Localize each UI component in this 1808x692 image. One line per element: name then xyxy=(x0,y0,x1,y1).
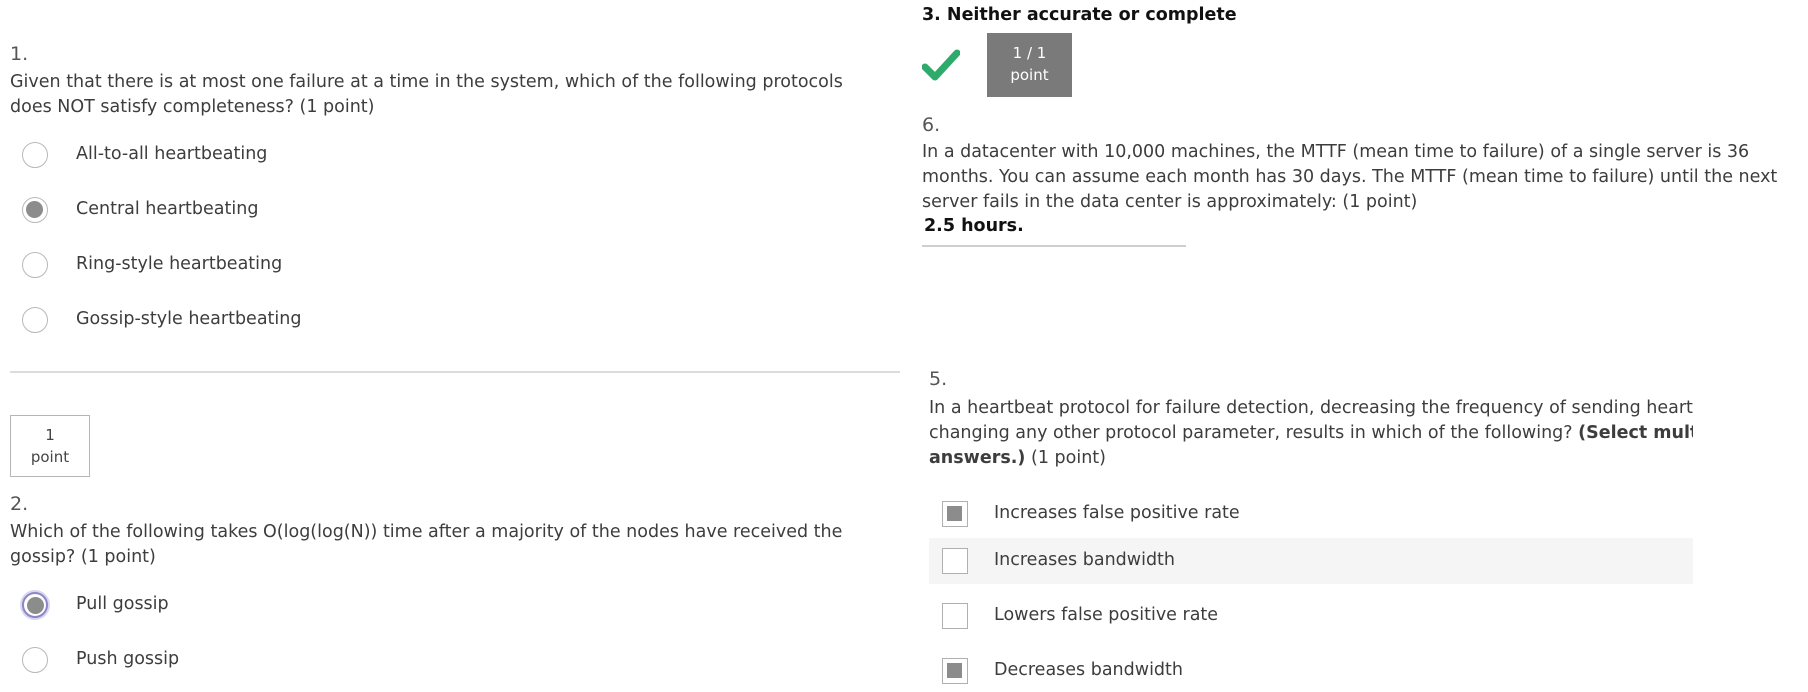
question-6-text: In a datacenter with 10,000 machines, th… xyxy=(922,142,1778,212)
checkmark-icon xyxy=(921,48,961,82)
radio-button-selected[interactable] xyxy=(22,592,48,618)
points-value: 1 xyxy=(45,426,55,444)
question-2-text: Which of the following takes O(log(log(N… xyxy=(10,522,843,567)
question-2-number: 2. xyxy=(10,493,29,515)
checkbox[interactable] xyxy=(942,548,968,574)
radio-button[interactable] xyxy=(22,142,48,168)
points-box: 1 point xyxy=(10,415,90,477)
option-label: Ring-style heartbeating xyxy=(76,254,283,274)
q1-option-ring[interactable]: Ring-style heartbeating xyxy=(22,252,422,282)
q5-option-lowers-false-positive[interactable]: Lowers false positive rate xyxy=(929,593,1693,637)
q2-option-pull[interactable]: Pull gossip xyxy=(22,592,422,622)
q5-text-line2-bold: (Select multiple co xyxy=(1578,423,1693,443)
q5-option-increases-false-positive[interactable]: Increases false positive rate xyxy=(929,492,1693,536)
option-label: Lowers false positive rate xyxy=(994,605,1219,625)
score-unit: point xyxy=(1010,66,1049,84)
option-label: Push gossip xyxy=(76,649,180,669)
q5-text-line2-plain: changing any other protocol parameter, r… xyxy=(929,423,1573,443)
option-label: All-to-all heartbeating xyxy=(76,144,268,164)
question-5-number: 5. xyxy=(929,368,948,390)
q1-option-all-to-all[interactable]: All-to-all heartbeating xyxy=(22,142,422,172)
option-label: Gossip-style heartbeating xyxy=(76,309,302,329)
question-1-number: 1. xyxy=(10,43,29,65)
option-label: Central heartbeating xyxy=(76,199,259,219)
radio-button[interactable] xyxy=(22,647,48,673)
section-divider xyxy=(10,371,900,373)
question-6-answer: 2.5 hours. xyxy=(924,216,1024,236)
score-value: 1 / 1 xyxy=(1012,44,1047,62)
q5-text-line2: changing any other protocol parameter, r… xyxy=(929,421,1693,446)
q2-option-push[interactable]: Push gossip xyxy=(22,647,422,677)
radio-button[interactable] xyxy=(22,252,48,278)
q5-text-line3-bold: answers.) xyxy=(929,448,1026,468)
radio-button[interactable] xyxy=(22,307,48,333)
points-unit: point xyxy=(30,448,70,466)
radio-button-selected[interactable] xyxy=(22,197,48,223)
score-badge: 1 / 1 point xyxy=(987,33,1072,97)
question-6-number: 6. xyxy=(922,114,941,136)
question-5-text: In a heartbeat protocol for failure dete… xyxy=(929,396,1693,476)
checkbox-checked[interactable] xyxy=(942,501,968,527)
q5-text-line3-plain: (1 point) xyxy=(1031,448,1106,468)
option-label: Increases false positive rate xyxy=(994,503,1240,523)
q5-text-line1: In a heartbeat protocol for failure dete… xyxy=(929,398,1693,418)
option-label: Decreases bandwidth xyxy=(994,660,1183,680)
q1-option-central[interactable]: Central heartbeating xyxy=(22,197,422,227)
answer-underline xyxy=(922,245,1186,247)
question-3-answer: 3. Neither accurate or complete xyxy=(922,5,1237,25)
option-label: Increases bandwidth xyxy=(994,550,1176,570)
q5-option-decreases-bandwidth[interactable]: Decreases bandwidth xyxy=(929,648,1693,692)
question-1-text: Given that there is at most one failure … xyxy=(10,72,843,117)
checkbox[interactable] xyxy=(942,603,968,629)
checkbox-checked[interactable] xyxy=(942,658,968,684)
q5-text-line3: answers.) (1 point) xyxy=(929,446,1693,471)
option-label: Pull gossip xyxy=(76,594,169,614)
q1-option-gossip[interactable]: Gossip-style heartbeating xyxy=(22,307,422,337)
q5-option-increases-bandwidth[interactable]: Increases bandwidth xyxy=(929,538,1693,584)
